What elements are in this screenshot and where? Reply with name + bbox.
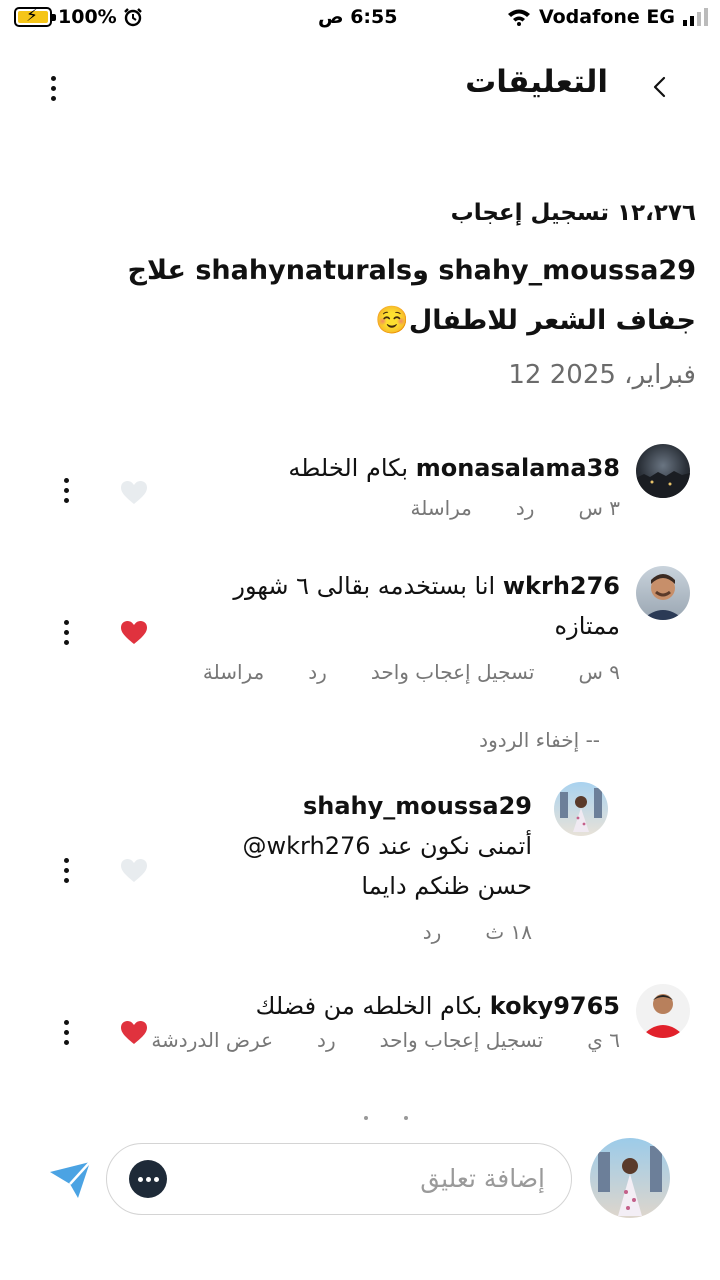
header: التعليقات (0, 58, 720, 118)
comment-meta: ٦ ي تسجيل إعجاب واحد رد عرض الدردشة (151, 1028, 620, 1052)
comment-time: ١٨ ث (485, 920, 532, 944)
caption-line-1: shahy_moussa29 وshahynaturals علاج (127, 255, 696, 286)
post-date: 12 فبراير، 2025 (508, 360, 696, 390)
heart-filled-icon[interactable] (120, 1020, 148, 1046)
avatar[interactable] (554, 782, 608, 836)
comment-time: ٦ ي (587, 1028, 620, 1052)
post-likes[interactable]: ١٢،٢٧٦ تسجيل إعجاب (16, 200, 696, 226)
heart-outline-icon[interactable] (120, 480, 148, 506)
hide-replies-button[interactable]: -- إخفاء الردود (479, 728, 600, 752)
status-right: Vodafone EG (507, 6, 708, 28)
signal-icon (683, 8, 708, 26)
comment-text-line-2: ممتازه (554, 612, 620, 640)
page-title: التعليقات (465, 64, 608, 100)
comment-username[interactable]: monasalama38 (416, 454, 620, 482)
comment-options-icon[interactable] (61, 478, 71, 503)
battery-percent: 100% (58, 6, 117, 28)
comment-username[interactable]: wkrh276 (503, 572, 620, 600)
alarm-icon (123, 8, 142, 27)
avatar[interactable] (636, 984, 690, 1038)
comment-text: انا بستخدمه بقالى ٦ شهور (233, 572, 496, 600)
view-chat-button[interactable]: عرض الدردشة (151, 1028, 273, 1052)
avatar[interactable] (636, 566, 690, 620)
battery-icon: ⚡ (14, 6, 56, 27)
comment-options-icon[interactable] (61, 1020, 71, 1045)
comment-options-icon[interactable] (61, 620, 71, 645)
scroll-cutoff-hint (364, 1116, 408, 1120)
comment-input-placeholder: إضافة تعليق (420, 1164, 545, 1193)
heart-outline-icon[interactable] (120, 858, 148, 884)
carrier-name: Vodafone EG (538, 6, 675, 28)
reply-button[interactable]: رد (423, 920, 442, 944)
more-options-icon[interactable] (48, 76, 58, 101)
send-icon[interactable] (48, 1160, 92, 1200)
comment-username[interactable]: shahy_moussa29 (303, 792, 532, 820)
wifi-icon (507, 9, 530, 26)
chat-bubble-icon[interactable] (129, 1160, 167, 1198)
mention-link[interactable]: @wkrh276 (243, 832, 371, 860)
message-button[interactable]: مراسلة (410, 496, 471, 520)
message-button[interactable]: مراسلة (203, 660, 264, 684)
comment-username[interactable]: koky9765 (490, 992, 620, 1020)
back-chevron-icon[interactable] (646, 72, 676, 102)
comment-text: بكام الخلطه من فضلك (255, 992, 483, 1020)
comment-time: ٩ س (578, 660, 620, 684)
status-left: ⚡ 100% (14, 6, 143, 28)
comment-meta: ٩ س تسجيل إعجاب واحد رد مراسلة (203, 660, 620, 684)
comment-text: أتمنى نكون عند (378, 832, 532, 860)
reply-button[interactable]: رد (516, 496, 535, 520)
post-caption: shahy_moussa29 وshahynaturals علاج جفاف … (16, 246, 696, 346)
caption-line-2: جفاف الشعر للاطفال☺️ (375, 305, 696, 336)
comment-options-icon[interactable] (61, 858, 71, 883)
post-summary: ١٢،٢٧٦ تسجيل إعجاب shahy_moussa29 وshahy… (16, 200, 696, 390)
likes-count[interactable]: تسجيل إعجاب واحد (380, 1028, 544, 1052)
comment-body: koky9765 بكام الخلطه من فضلك ٦ ي تسجيل إ… (151, 986, 620, 1052)
my-avatar[interactable] (590, 1138, 670, 1218)
comment-input[interactable]: إضافة تعليق (106, 1143, 572, 1215)
comment-meta: ١٨ ث رد (243, 920, 532, 944)
reply-button[interactable]: رد (317, 1028, 336, 1052)
heart-filled-icon[interactable] (120, 620, 148, 646)
comment-time: ٣ س (578, 496, 620, 520)
likes-count[interactable]: تسجيل إعجاب واحد (371, 660, 535, 684)
comment-body: monasalama38 بكام الخلطه ٣ س رد مراسلة (288, 448, 620, 520)
clock: 6:55 ص (318, 6, 398, 28)
comment-body: wkrh276 انا بستخدمه بقالى ٦ شهور ممتازه … (203, 566, 620, 684)
comment-text-line-2: حسن ظنكم دايما (361, 872, 532, 900)
avatar[interactable] (636, 444, 690, 498)
reply-button[interactable]: رد (308, 660, 327, 684)
status-bar: ⚡ 100% 6:55 ص Vodafone EG (0, 0, 720, 38)
comment-meta: ٣ س رد مراسلة (288, 496, 620, 520)
comment-text: بكام الخلطه (288, 454, 409, 482)
comment-body: shahy_moussa29 أتمنى نكون عند @wkrh276 ح… (243, 786, 532, 944)
